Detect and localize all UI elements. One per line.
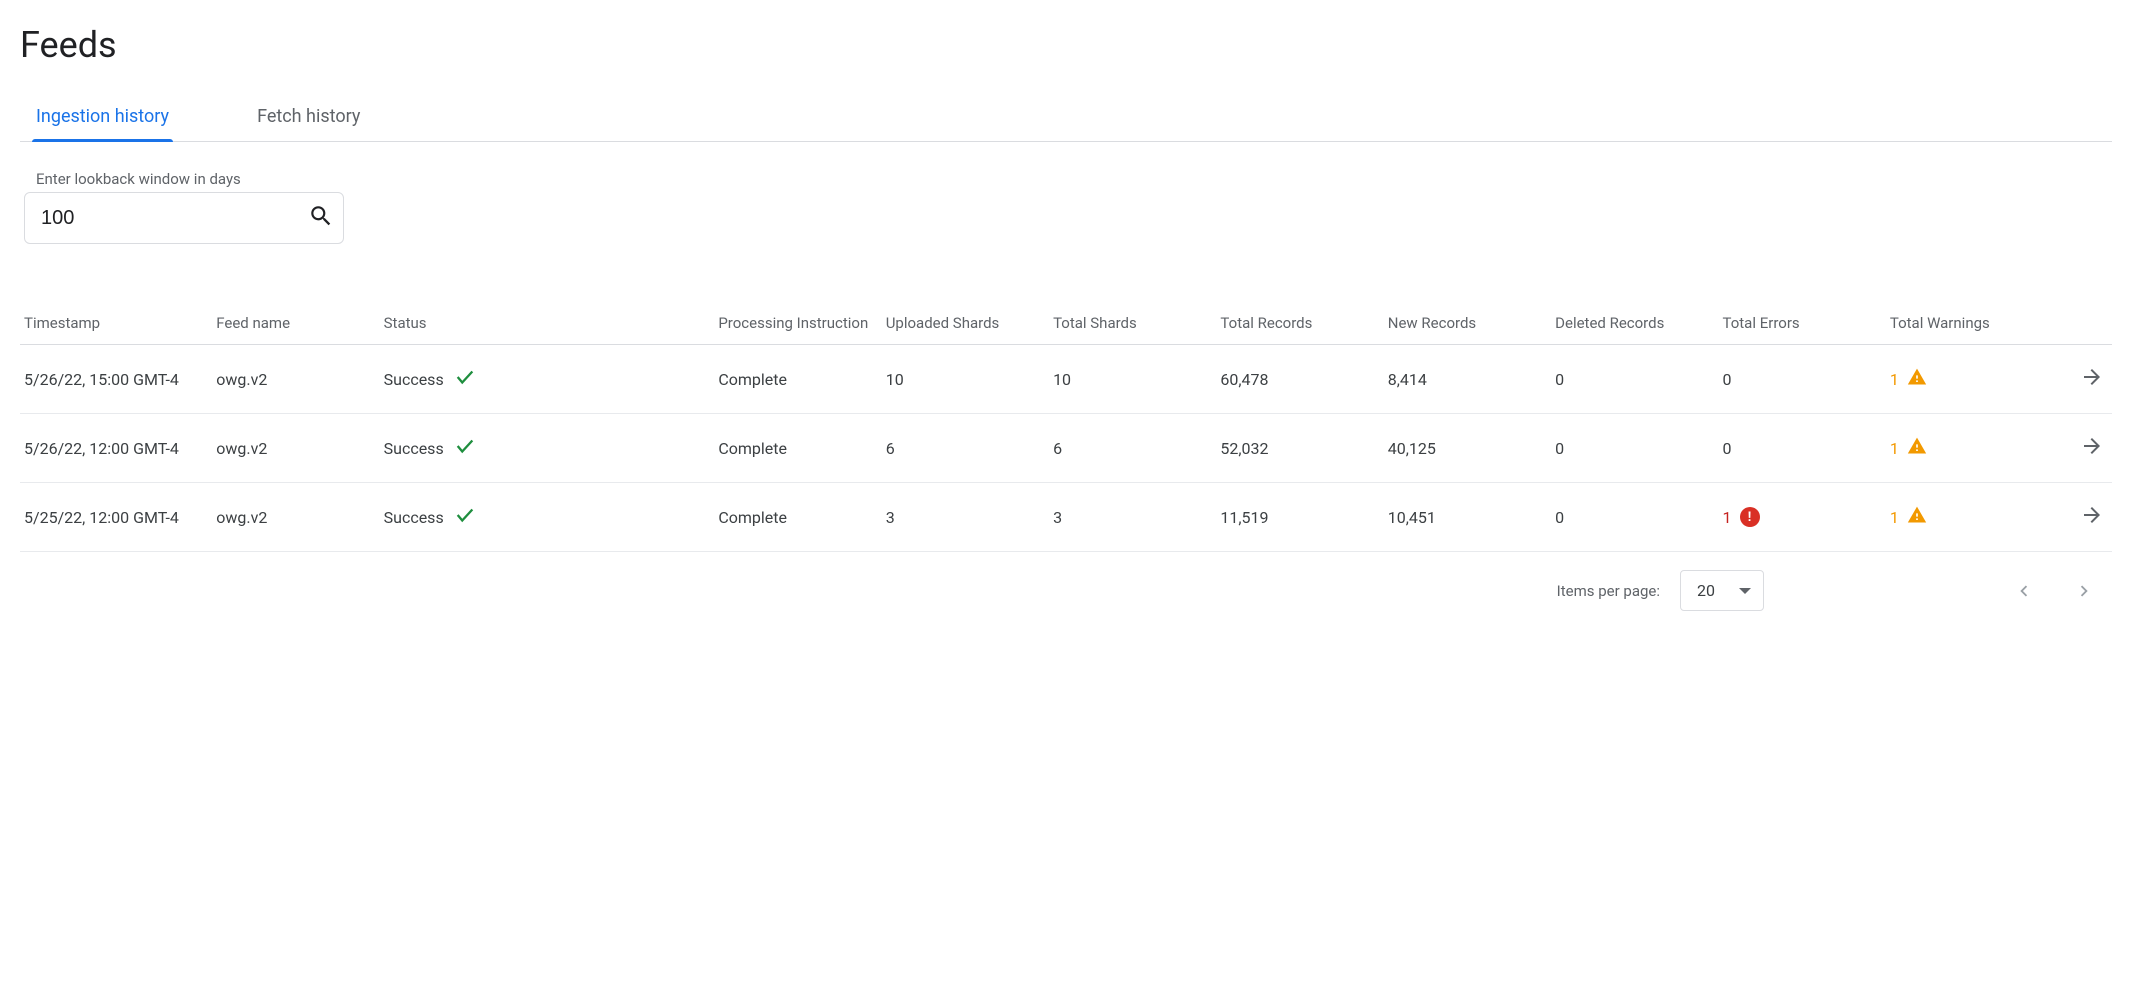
items-per-page-value: 20 <box>1697 581 1715 600</box>
cell-new-records: 40,125 <box>1380 414 1547 483</box>
warning-icon <box>1907 436 1927 460</box>
cell-feed-name: owg.v2 <box>208 483 375 552</box>
items-per-page-label: Items per page: <box>1557 582 1660 600</box>
tab-ingestion-history[interactable]: Ingestion history <box>32 94 173 141</box>
cell-deleted-records: 0 <box>1547 414 1714 483</box>
cell-total-warnings: 1 <box>1882 483 2028 552</box>
warning-icon <box>1907 505 1927 529</box>
cell-timestamp: 5/25/22, 12:00 GMT-4 <box>20 483 208 552</box>
cell-uploaded-shards: 3 <box>878 483 1045 552</box>
arrow-right-icon <box>2080 443 2104 462</box>
caret-down-icon <box>1739 588 1751 594</box>
col-feed-name[interactable]: Feed name <box>208 304 375 345</box>
cell-deleted-records: 0 <box>1547 345 1714 414</box>
check-icon <box>454 435 476 461</box>
cell-details-arrow[interactable] <box>2028 414 2112 483</box>
cell-total-warnings: 1 <box>1882 345 2028 414</box>
lookback-input[interactable] <box>39 206 308 231</box>
arrow-right-icon <box>2080 374 2104 393</box>
col-new-records[interactable]: New Records <box>1380 304 1547 345</box>
cell-uploaded-shards: 10 <box>878 345 1045 414</box>
cell-total-warnings: 1 <box>1882 414 2028 483</box>
tab-fetch-history[interactable]: Fetch history <box>253 94 364 141</box>
pager: Items per page: 20 <box>20 552 2112 619</box>
table-row[interactable]: 5/25/22, 12:00 GMT-4owg.v2 Success Compl… <box>20 483 2112 552</box>
col-uploaded-shards[interactable]: Uploaded Shards <box>878 304 1045 345</box>
cell-total-records: 52,032 <box>1212 414 1379 483</box>
cell-total-errors: 0 <box>1715 345 1882 414</box>
col-total-records[interactable]: Total Records <box>1212 304 1379 345</box>
col-processing-instruction[interactable]: Processing Instruction <box>710 304 877 345</box>
col-total-warnings[interactable]: Total Warnings <box>1882 304 2028 345</box>
error-icon: ! <box>1740 507 1760 527</box>
cell-status: Success <box>376 345 711 414</box>
warning-icon <box>1907 367 1927 391</box>
cell-status: Success <box>376 414 711 483</box>
search-icon[interactable] <box>308 203 334 233</box>
arrow-right-icon <box>2080 512 2104 531</box>
feeds-table: Timestamp Feed name Status Processing In… <box>20 304 2112 552</box>
lookback-input-wrap <box>24 192 344 244</box>
col-deleted-records[interactable]: Deleted Records <box>1547 304 1714 345</box>
cell-uploaded-shards: 6 <box>878 414 1045 483</box>
col-total-errors[interactable]: Total Errors <box>1715 304 1882 345</box>
cell-total-shards: 10 <box>1045 345 1212 414</box>
cell-deleted-records: 0 <box>1547 483 1714 552</box>
cell-total-records: 60,478 <box>1212 345 1379 414</box>
cell-feed-name: owg.v2 <box>208 345 375 414</box>
cell-processing-instruction: Complete <box>710 414 877 483</box>
cell-timestamp: 5/26/22, 12:00 GMT-4 <box>20 414 208 483</box>
cell-total-errors: 0 <box>1715 414 1882 483</box>
col-total-shards[interactable]: Total Shards <box>1045 304 1212 345</box>
cell-processing-instruction: Complete <box>710 345 877 414</box>
next-page-button[interactable] <box>2064 571 2104 611</box>
lookback-label: Enter lookback window in days <box>24 170 2112 188</box>
cell-total-errors: 1! <box>1715 483 1882 552</box>
cell-timestamp: 5/26/22, 15:00 GMT-4 <box>20 345 208 414</box>
table-row[interactable]: 5/26/22, 15:00 GMT-4owg.v2 Success Compl… <box>20 345 2112 414</box>
table-row[interactable]: 5/26/22, 12:00 GMT-4owg.v2 Success Compl… <box>20 414 2112 483</box>
cell-feed-name: owg.v2 <box>208 414 375 483</box>
cell-processing-instruction: Complete <box>710 483 877 552</box>
cell-total-shards: 6 <box>1045 414 1212 483</box>
col-timestamp[interactable]: Timestamp <box>20 304 208 345</box>
check-icon <box>454 504 476 530</box>
page-title: Feeds <box>20 24 2112 66</box>
cell-new-records: 10,451 <box>1380 483 1547 552</box>
cell-new-records: 8,414 <box>1380 345 1547 414</box>
check-icon <box>454 366 476 392</box>
cell-status: Success <box>376 483 711 552</box>
col-status[interactable]: Status <box>376 304 711 345</box>
prev-page-button[interactable] <box>2004 571 2044 611</box>
cell-details-arrow[interactable] <box>2028 345 2112 414</box>
cell-total-records: 11,519 <box>1212 483 1379 552</box>
items-per-page-select[interactable]: 20 <box>1680 570 1764 611</box>
tabs: Ingestion history Fetch history <box>20 94 2112 142</box>
cell-details-arrow[interactable] <box>2028 483 2112 552</box>
cell-total-shards: 3 <box>1045 483 1212 552</box>
